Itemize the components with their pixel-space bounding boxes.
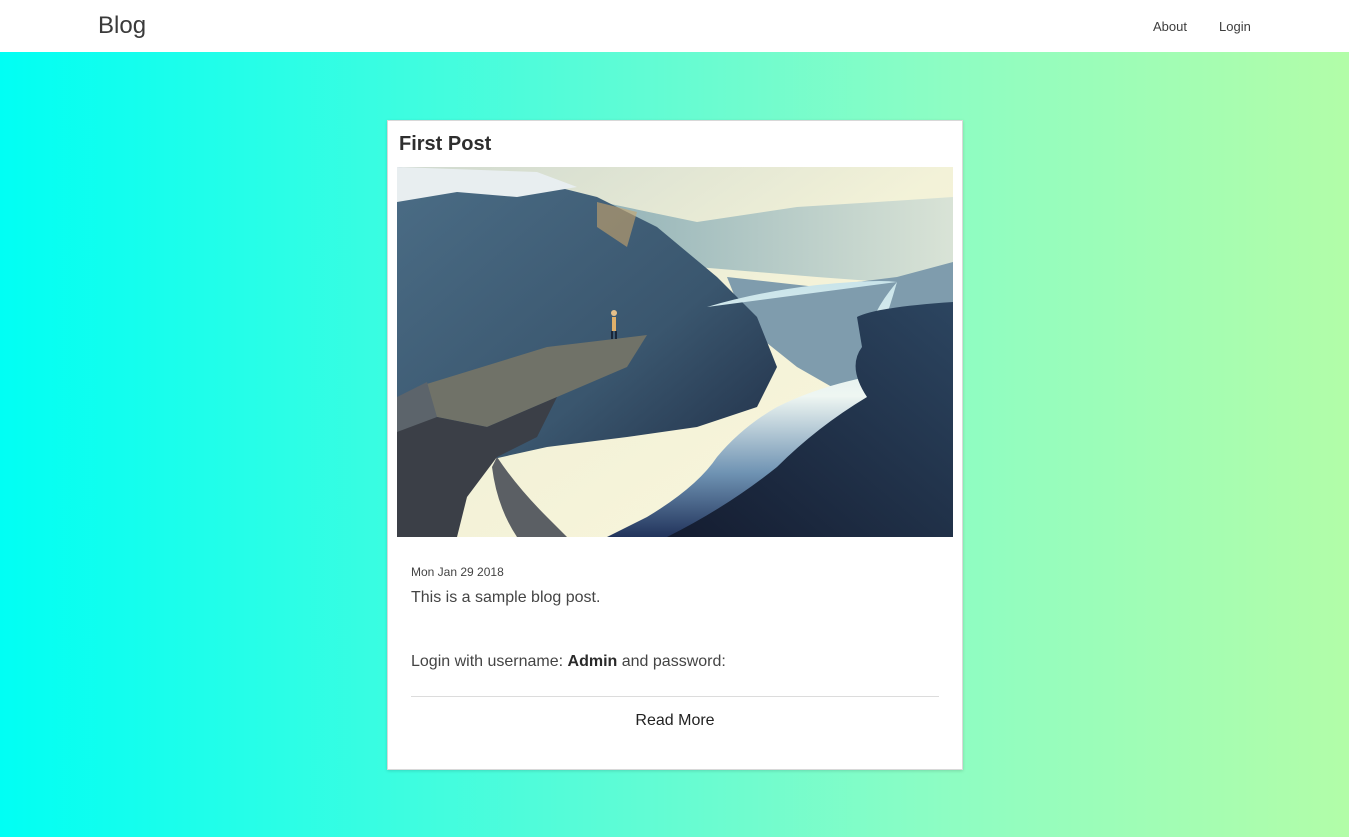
read-more-button[interactable]: Read More	[388, 712, 962, 730]
login-hint-suffix: and password:	[617, 653, 726, 670]
nav-login-link[interactable]: Login	[1219, 19, 1251, 34]
landscape-photo-icon	[397, 167, 953, 537]
nav-about-link[interactable]: About	[1153, 19, 1187, 34]
post-card: First Post Mon Jan 29 2018 This is a sam…	[387, 120, 963, 770]
post-excerpt: This is a sample blog post.	[411, 589, 601, 606]
post-login-hint: Login with username: Admin and password:	[411, 653, 726, 671]
post-date: Mon Jan 29 2018	[411, 565, 504, 579]
login-hint-prefix: Login with username:	[411, 653, 568, 670]
login-hint-username: Admin	[567, 653, 618, 670]
card-divider	[411, 696, 939, 697]
brand-link[interactable]: Blog	[98, 12, 146, 40]
post-title: First Post	[399, 133, 492, 155]
post-image	[397, 167, 953, 537]
navbar: Blog About Login	[0, 0, 1349, 52]
